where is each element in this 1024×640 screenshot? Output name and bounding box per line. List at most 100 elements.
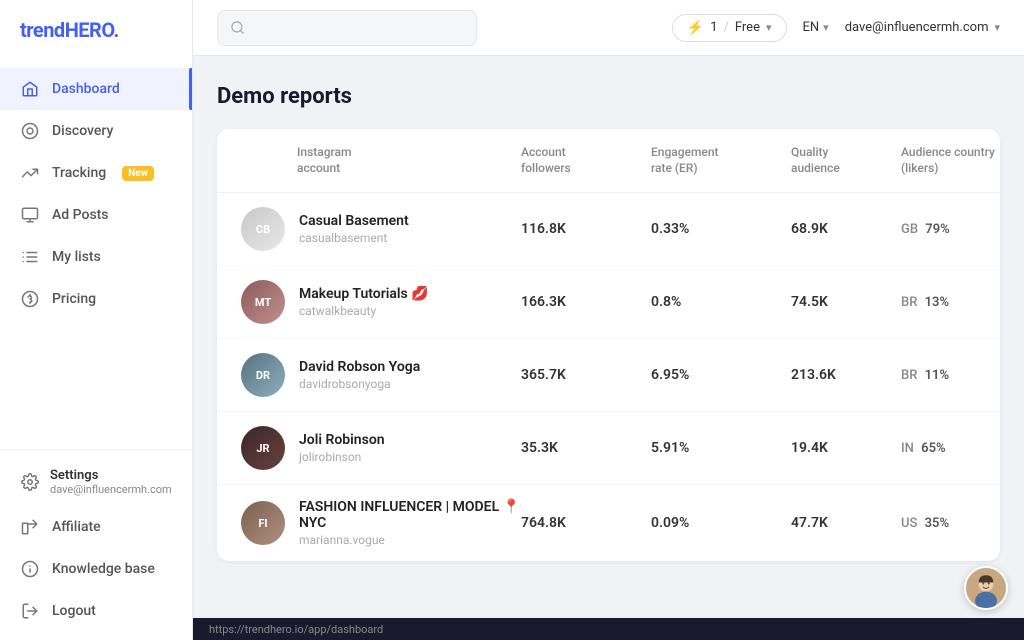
country-pct: 13%: [925, 295, 949, 310]
account-cell: FI FASHION INFLUENCER | MODEL 📍 NYC mari…: [241, 499, 521, 547]
country-code: GB: [901, 222, 918, 237]
er-value: 6.95%: [651, 367, 791, 383]
er-value: 0.8%: [651, 294, 791, 310]
app-logo: trendHERO.: [0, 0, 192, 60]
th-quality: Quality audience: [791, 145, 901, 176]
lang-label: EN: [803, 20, 820, 35]
followers-value: 166.3K: [521, 294, 651, 310]
country-value: GB 79%: [901, 222, 1000, 237]
reports-table-card: Instagram account Account followers Enga…: [217, 129, 1000, 561]
sidebar: trendHERO. Dashboard Discovery: [0, 0, 193, 640]
lang-chevron-icon: ▾: [823, 21, 829, 34]
status-bar-url: https://trendhero.io/app/dashboard: [209, 623, 383, 636]
er-value: 5.91%: [651, 440, 791, 456]
sidebar-item-label: Ad Posts: [52, 207, 109, 223]
sidebar-item-my-lists[interactable]: My lists: [0, 236, 192, 278]
sidebar-bottom: Settings dave@influencermh.com Affiliate: [0, 449, 192, 640]
list-icon: [20, 247, 40, 267]
account-handle: jolirobinson: [299, 450, 385, 464]
sidebar-item-settings[interactable]: Settings dave@influencermh.com: [0, 458, 192, 506]
info-icon: [20, 559, 40, 579]
quality-value: 74.5K: [791, 294, 901, 310]
account-cell: JR Joli Robinson jolirobinson: [241, 426, 521, 470]
account-name: David Robson Yoga: [299, 359, 420, 375]
th-er: Engagement rate (ER): [651, 145, 791, 176]
table-row[interactable]: JR Joli Robinson jolirobinson 35.3K 5.91…: [217, 412, 1000, 485]
status-bar: https://trendhero.io/app/dashboard: [193, 618, 1024, 640]
er-value: 0.09%: [651, 515, 791, 531]
account-name: FASHION INFLUENCER | MODEL 📍 NYC: [299, 499, 521, 531]
chart-line-icon: [20, 163, 40, 183]
country-pct: 79%: [925, 222, 949, 237]
plan-number: 1: [710, 20, 717, 35]
page-title: Demo reports: [217, 84, 1000, 109]
plan-badge[interactable]: ⚡ 1 / Free ▾: [672, 14, 787, 42]
quality-value: 19.4K: [791, 440, 901, 456]
dollar-icon: [20, 289, 40, 309]
th-account: Instagram account: [241, 145, 521, 176]
account-cell: DR David Robson Yoga davidrobsonyoga: [241, 353, 521, 397]
country-code: BR: [901, 295, 917, 310]
sidebar-item-label: Logout: [52, 603, 96, 619]
account-name: Joli Robinson: [299, 432, 385, 448]
bolt-icon: ⚡: [687, 20, 704, 36]
sidebar-item-ad-posts[interactable]: Ad Posts: [0, 194, 192, 236]
search-box[interactable]: [217, 10, 477, 46]
sidebar-item-knowledge-base[interactable]: Knowledge base: [0, 548, 192, 590]
country-code: IN: [901, 441, 914, 456]
support-avatar[interactable]: [964, 566, 1008, 610]
header: ⚡ 1 / Free ▾ EN ▾ dave@influencermh.com …: [193, 0, 1024, 56]
table-row[interactable]: DR David Robson Yoga davidrobsonyoga 365…: [217, 339, 1000, 412]
lang-selector[interactable]: EN ▾: [803, 20, 829, 35]
new-badge: New: [122, 166, 154, 181]
er-value: 0.33%: [651, 221, 791, 237]
account-handle: catwalkbeauty: [299, 304, 429, 318]
logout-icon: [20, 601, 40, 621]
quality-value: 68.9K: [791, 221, 901, 237]
country-value: IN 65%: [901, 441, 1000, 456]
country-pct: 65%: [921, 441, 945, 456]
sidebar-item-pricing[interactable]: Pricing: [0, 278, 192, 320]
avatar: CB: [241, 207, 285, 251]
sidebar-item-label: Pricing: [52, 291, 96, 307]
country-code: BR: [901, 368, 917, 383]
account-cell: CB Casual Basement casualbasement: [241, 207, 521, 251]
account-name: Casual Basement: [299, 213, 409, 229]
sidebar-item-logout[interactable]: Logout: [0, 590, 192, 632]
nav-menu: Dashboard Discovery Tracking New: [0, 60, 192, 449]
account-cell: MT Makeup Tutorials 💋 catwalkbeauty: [241, 280, 521, 324]
account-handle: davidrobsonyoga: [299, 377, 420, 391]
sidebar-item-discovery[interactable]: Discovery: [0, 110, 192, 152]
table-header: Instagram account Account followers Enga…: [217, 129, 1000, 193]
table-row[interactable]: MT Makeup Tutorials 💋 catwalkbeauty 166.…: [217, 266, 1000, 339]
account-name: Makeup Tutorials 💋: [299, 286, 429, 302]
chevron-down-icon: ▾: [766, 21, 772, 34]
table-row[interactable]: FI FASHION INFLUENCER | MODEL 📍 NYC mari…: [217, 485, 1000, 561]
sidebar-item-dashboard[interactable]: Dashboard: [0, 68, 192, 110]
country-code: US: [901, 516, 917, 531]
search-input[interactable]: [253, 20, 464, 36]
quality-value: 47.7K: [791, 515, 901, 531]
logo-text-accent: HERO.: [65, 18, 119, 42]
settings-label: Settings: [50, 468, 172, 483]
sidebar-item-label: Knowledge base: [52, 561, 155, 577]
user-menu[interactable]: dave@influencermh.com ▾: [845, 20, 1000, 35]
header-right: ⚡ 1 / Free ▾ EN ▾ dave@influencermh.com …: [672, 14, 1000, 42]
sidebar-item-affiliate[interactable]: Affiliate: [0, 506, 192, 548]
account-handle: casualbasement: [299, 231, 409, 245]
sidebar-item-label: Affiliate: [52, 519, 101, 535]
avatar: JR: [241, 426, 285, 470]
quality-value: 213.6K: [791, 367, 901, 383]
followers-value: 365.7K: [521, 367, 651, 383]
avatar: FI: [241, 501, 285, 545]
gear-icon: [20, 472, 40, 492]
th-country: Audience country (likers): [901, 145, 1000, 176]
account-handle: marianna.vogue: [299, 533, 521, 547]
user-email-label: dave@influencermh.com: [845, 20, 989, 35]
sidebar-item-tracking[interactable]: Tracking New: [0, 152, 192, 194]
search-icon: [230, 20, 245, 35]
table-row[interactable]: CB Casual Basement casualbasement 116.8K…: [217, 193, 1000, 266]
th-followers: Account followers: [521, 145, 651, 176]
sidebar-item-label: My lists: [52, 249, 101, 265]
home-icon: [20, 79, 40, 99]
